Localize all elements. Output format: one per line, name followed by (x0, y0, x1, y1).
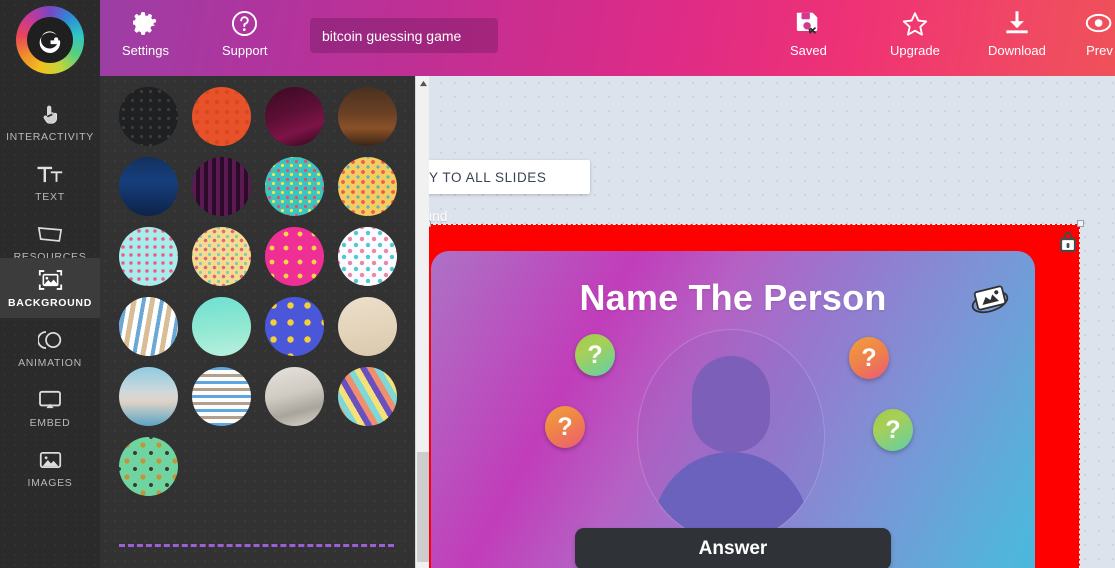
genially-editor: Name The Person ? ? ? ? Answer LY TO ALL… (0, 0, 1115, 568)
sidebar-item-label: BACKGROUND (8, 297, 92, 309)
slide-canvas[interactable]: Name The Person ? ? ? ? Answer (431, 251, 1035, 568)
resize-handle-top-right[interactable] (1077, 220, 1084, 227)
interactive-element-icon[interactable] (967, 277, 1013, 323)
image-frame-icon (38, 267, 63, 293)
panel-divider (119, 544, 394, 547)
sidebar-item-label: TEXT (35, 191, 65, 203)
genially-logo[interactable] (16, 6, 84, 74)
background-thumbnail-triangle-geo-pattern[interactable] (338, 367, 397, 426)
sidebar-item-text[interactable]: TEXT (0, 152, 100, 212)
background-thumbnail-plum-stripes-pattern[interactable] (192, 157, 251, 216)
avatar-head (692, 356, 770, 452)
background-thumbnail-navy-whale-illustration[interactable] (119, 157, 178, 216)
sidebar-item-embed[interactable]: EMBED (0, 378, 100, 438)
sidebar-item-label: IMAGES (27, 477, 73, 489)
background-thumbnail-coffee-desk-photo[interactable] (338, 297, 397, 356)
preview-button[interactable]: Prev (1085, 8, 1114, 58)
download-label: Download (988, 43, 1046, 58)
star-icon (901, 8, 929, 38)
question-bubble-2[interactable]: ? (545, 406, 585, 448)
upgrade-label: Upgrade (890, 43, 940, 58)
save-disk-icon (794, 8, 822, 38)
question-bubble-1[interactable]: ? (575, 334, 615, 376)
background-panel[interactable] (100, 76, 415, 568)
support-label: Support (222, 43, 268, 58)
background-thumbnail-blue-waves-pattern[interactable] (192, 367, 251, 426)
settings-button[interactable]: Settings (122, 8, 169, 58)
settings-label: Settings (122, 43, 169, 58)
background-thumbnail-blue-beige-stripes[interactable] (119, 297, 178, 356)
sidebar-item-label: INTERACTIVITY (6, 131, 94, 143)
background-thumbnail-pink-banana-pattern[interactable] (265, 227, 324, 286)
background-thumbnail-grid (119, 87, 399, 496)
background-thumbnail-orange-dots-pattern[interactable] (192, 87, 251, 146)
lock-icon[interactable] (1058, 230, 1078, 254)
saved-button[interactable]: Saved (790, 8, 827, 58)
avatar-placeholder[interactable] (637, 329, 825, 543)
scrollbar-thumb[interactable] (417, 452, 429, 562)
background-thumbnail-dark-icons-pattern[interactable] (119, 87, 178, 146)
sidebar-item-images[interactable]: IMAGES (0, 438, 100, 498)
background-thumbnail-mint-gradient[interactable] (192, 297, 251, 356)
shapes-icon (37, 221, 63, 247)
picture-icon (39, 447, 62, 473)
text-tt-icon (37, 161, 63, 187)
sidebar-item-label: EMBED (29, 417, 71, 429)
background-thumbnail-brown-gradient-photo[interactable] (338, 87, 397, 146)
background-thumbnail-teal-confetti-pattern[interactable] (265, 157, 324, 216)
hand-pointer-icon (40, 101, 60, 127)
sidebar-item-background[interactable]: BACKGROUND (0, 258, 100, 318)
question-bubble-4[interactable]: ? (873, 409, 913, 451)
scroll-up-arrow-icon[interactable] (416, 76, 430, 90)
top-toolbar: Settings Support Sa (100, 0, 1115, 76)
background-thumbnail-green-feather-pattern[interactable] (119, 437, 178, 496)
background-panel-scrollbar[interactable] (415, 76, 429, 568)
saved-label: Saved (790, 43, 827, 58)
logo-g-glyph (39, 31, 61, 53)
background-thumbnail-blue-lemon-pattern[interactable] (265, 297, 324, 356)
gear-icon (132, 8, 158, 38)
slide-title: Name The Person (579, 277, 887, 318)
download-icon (1004, 8, 1030, 38)
eye-icon (1085, 8, 1114, 38)
background-thumbnail-dark-magenta-photo[interactable] (265, 87, 324, 146)
answer-button[interactable]: Answer (575, 528, 891, 568)
background-thumbnail-yellow-confetti-pattern[interactable] (338, 157, 397, 216)
sidebar-item-label: ANIMATION (18, 357, 82, 369)
background-thumbnail-white-bubbles-pattern[interactable] (338, 227, 397, 286)
sidebar-item-interactivity[interactable]: INTERACTIVITY (0, 92, 100, 152)
support-button[interactable]: Support (222, 8, 268, 58)
monitor-icon (38, 387, 62, 413)
left-tool-rail: INTERACTIVITY TEXT RESOURCES BACKGROUND … (0, 0, 100, 568)
download-button[interactable]: Download (988, 8, 1046, 58)
preview-label: Prev (1086, 43, 1113, 58)
project-title-input[interactable] (310, 18, 498, 53)
logo-inner-circle (27, 17, 73, 63)
background-thumbnail-cream-candy-pattern[interactable] (192, 227, 251, 286)
background-thumbnail-grey-beach-photo[interactable] (265, 367, 324, 426)
background-thumbnail-sea-horizon-photo[interactable] (119, 367, 178, 426)
upgrade-button[interactable]: Upgrade (890, 8, 940, 58)
sidebar-item-animation[interactable]: ANIMATION (0, 318, 100, 378)
background-thumbnail-mint-flamingo-pattern[interactable] (119, 227, 178, 286)
question-circle-icon (231, 8, 258, 38)
animation-orbit-icon (37, 327, 63, 353)
question-bubble-3[interactable]: ? (849, 337, 889, 379)
